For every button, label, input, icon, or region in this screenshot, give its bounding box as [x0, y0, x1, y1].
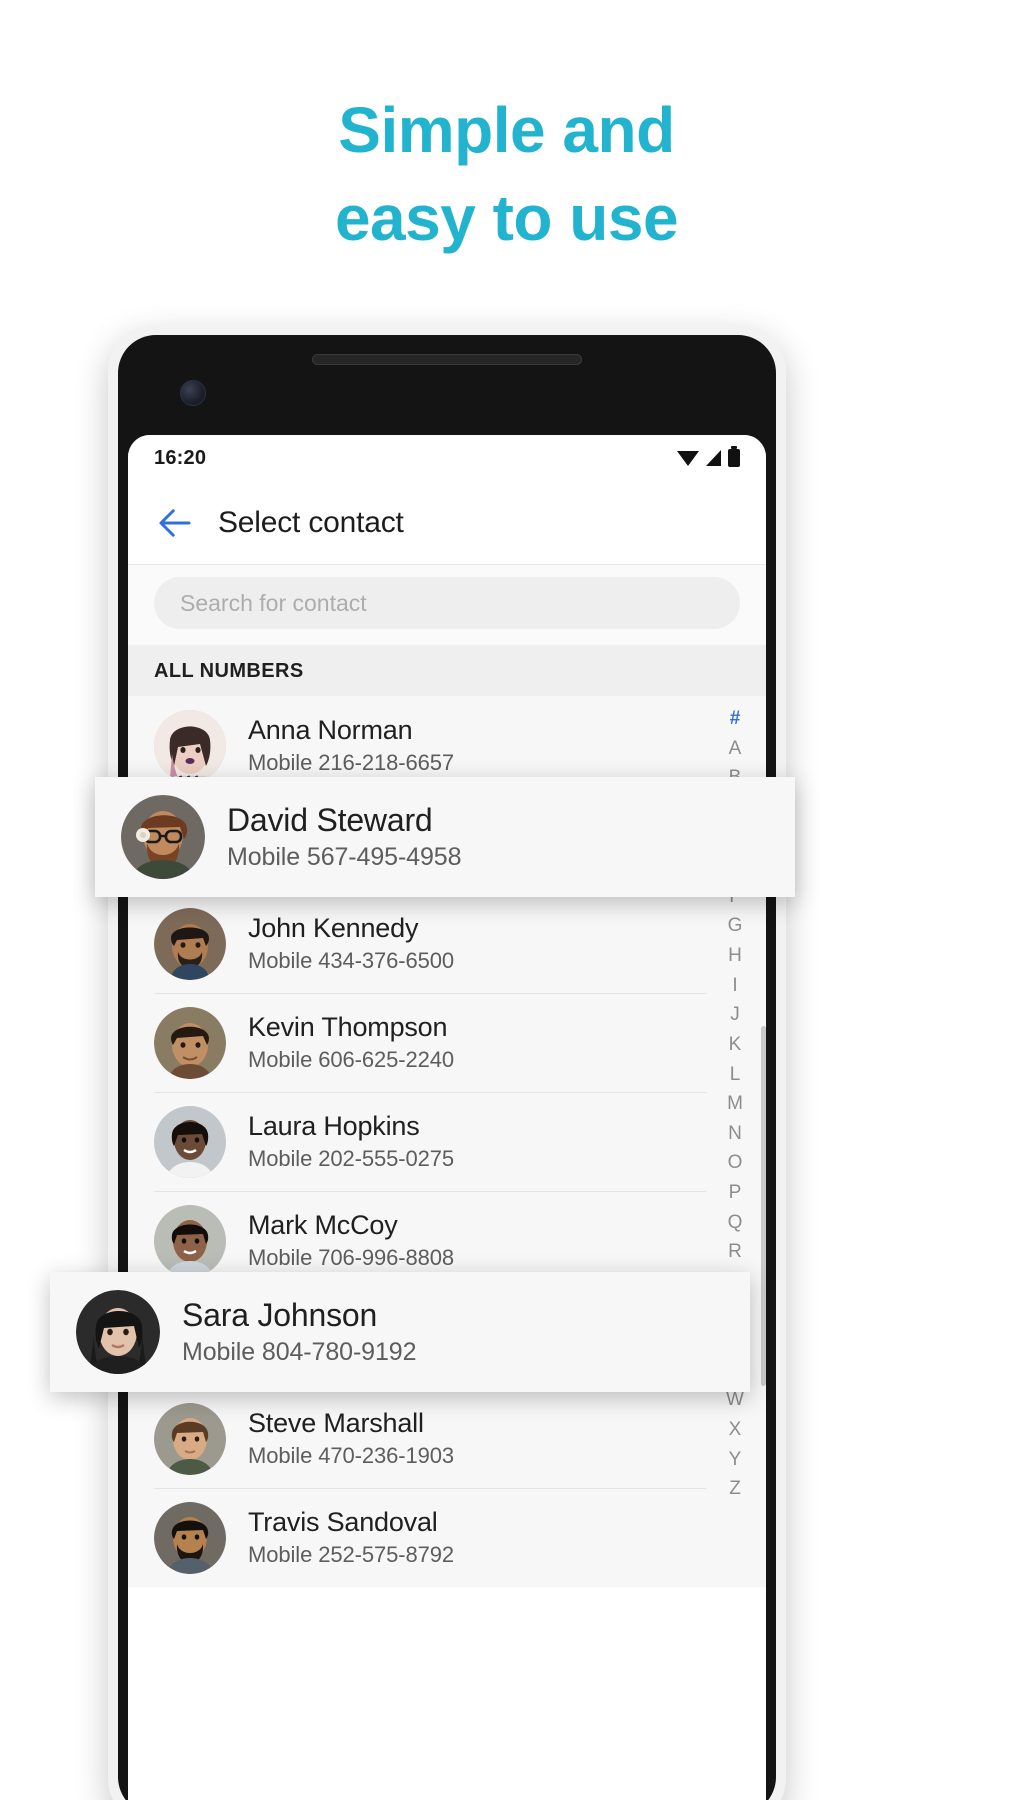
section-header-all-numbers: ALL NUMBERS: [128, 645, 766, 696]
contact-number: Mobile 567-495-4958: [227, 843, 462, 872]
alphabet-index-letter[interactable]: G: [728, 911, 743, 941]
card-text: David Steward Mobile 567-495-4958: [227, 802, 461, 873]
avatar: [154, 1501, 226, 1574]
avatar: [76, 1290, 160, 1374]
alphabet-index-letter[interactable]: H: [728, 941, 742, 971]
contact-name: David Steward: [227, 801, 433, 838]
wifi-icon: [677, 450, 699, 466]
battery-icon: [728, 446, 740, 467]
alphabet-index-letter[interactable]: M: [727, 1089, 743, 1119]
promo-screenshot: Simple and easy to use 16:20 Select cont…: [0, 0, 1013, 1800]
list-item[interactable]: John Kennedy Mobile 434-376-6500: [128, 894, 766, 993]
alphabet-index-letter[interactable]: X: [729, 1415, 742, 1445]
list-item-text: John Kennedy Mobile 434-376-6500: [248, 913, 454, 975]
search-section: Search for contact: [128, 565, 766, 645]
contact-name: John Kennedy: [248, 912, 419, 943]
contact-name: Steve Marshall: [248, 1407, 424, 1438]
alphabet-index-letter[interactable]: I: [732, 971, 737, 1001]
alphabet-index-letter[interactable]: Y: [729, 1445, 742, 1475]
contact-name: Mark McCoy: [248, 1209, 398, 1240]
avatar: [154, 1006, 226, 1079]
phone-screen: 16:20 Select contact Search for contact …: [128, 435, 766, 1800]
headline-line-2: easy to use: [334, 182, 679, 255]
phone-mockup: 16:20 Select contact Search for contact …: [108, 325, 786, 1800]
alphabet-index-letter[interactable]: P: [729, 1178, 742, 1208]
alphabet-index-letter[interactable]: J: [730, 1000, 740, 1030]
contact-number: Mobile 804-780-9192: [182, 1338, 417, 1367]
contact-name: Laura Hopkins: [248, 1110, 420, 1141]
contact-number: Mobile 470-236-1903: [248, 1443, 455, 1469]
contact-number: Mobile 706-996-8808: [248, 1245, 455, 1271]
avatar: [154, 1105, 226, 1178]
app-bar: Select contact: [128, 481, 766, 565]
phone-bezel: 16:20 Select contact Search for contact …: [118, 335, 776, 1800]
alphabet-index-letter[interactable]: O: [728, 1148, 743, 1178]
list-item[interactable]: Steve Marshall Mobile 470-236-1903: [128, 1389, 766, 1488]
contact-name: Anna Norman: [248, 714, 413, 745]
alphabet-index-letter[interactable]: Z: [729, 1474, 741, 1504]
avatar: [121, 795, 205, 879]
back-arrow-icon[interactable]: [154, 502, 196, 544]
list-item[interactable]: Kevin Thompson Mobile 606-625-2240: [128, 993, 766, 1092]
list-item-text: Anna Norman Mobile 216-218-6657: [248, 715, 454, 777]
front-camera-icon: [180, 380, 206, 406]
earpiece-speaker: [312, 354, 582, 365]
headline-line-1: Simple and: [338, 94, 675, 166]
card-text: Sara Johnson Mobile 804-780-9192: [182, 1297, 416, 1368]
list-item-text: Kevin Thompson Mobile 606-625-2240: [248, 1012, 454, 1074]
status-bar-time: 16:20: [154, 446, 207, 469]
avatar: [154, 1204, 226, 1277]
contact-number: Mobile 252-575-8792: [248, 1542, 455, 1568]
alphabet-index-letter[interactable]: Q: [728, 1208, 743, 1238]
alphabet-index-letter[interactable]: #: [730, 704, 741, 734]
list-item[interactable]: Travis Sandoval Mobile 252-575-8792: [128, 1488, 766, 1587]
contact-name: Travis Sandoval: [248, 1506, 438, 1537]
contact-number: Mobile 606-625-2240: [248, 1047, 455, 1073]
avatar: [154, 1402, 226, 1475]
app-bar-title: Select contact: [218, 505, 404, 539]
alphabet-index-letter[interactable]: K: [729, 1030, 742, 1060]
search-placeholder: Search for contact: [180, 589, 367, 616]
page-title: Simple and easy to use: [0, 86, 1013, 263]
highlighted-contact-card-david[interactable]: David Steward Mobile 567-495-4958: [95, 777, 795, 897]
list-item-text: Travis Sandoval Mobile 252-575-8792: [248, 1507, 454, 1569]
list-item-text: Steve Marshall Mobile 470-236-1903: [248, 1408, 454, 1470]
avatar: [154, 709, 226, 782]
alphabet-index-letter[interactable]: A: [729, 734, 742, 764]
list-item-text: Mark McCoy Mobile 706-996-8808: [248, 1210, 454, 1272]
alphabet-index-letter[interactable]: L: [730, 1060, 741, 1090]
avatar: [154, 907, 226, 980]
highlighted-contact-card-sara[interactable]: Sara Johnson Mobile 804-780-9192: [50, 1272, 750, 1392]
contact-name: Kevin Thompson: [248, 1011, 448, 1042]
signal-icon: [706, 450, 721, 466]
alphabet-index-letter[interactable]: N: [728, 1119, 742, 1149]
alphabet-index-letter[interactable]: R: [728, 1237, 742, 1267]
scrollbar-thumb[interactable]: [761, 1026, 766, 1386]
contact-number: Mobile 216-218-6657: [248, 750, 455, 776]
status-bar: 16:20: [128, 435, 766, 481]
contact-number: Mobile 202-555-0275: [248, 1146, 455, 1172]
search-input[interactable]: Search for contact: [154, 577, 740, 629]
status-bar-icons: [677, 446, 740, 467]
list-item[interactable]: Laura Hopkins Mobile 202-555-0275: [128, 1092, 766, 1191]
contact-name: Sara Johnson: [182, 1296, 378, 1333]
list-item-text: Laura Hopkins Mobile 202-555-0275: [248, 1111, 454, 1173]
contact-number: Mobile 434-376-6500: [248, 948, 455, 974]
